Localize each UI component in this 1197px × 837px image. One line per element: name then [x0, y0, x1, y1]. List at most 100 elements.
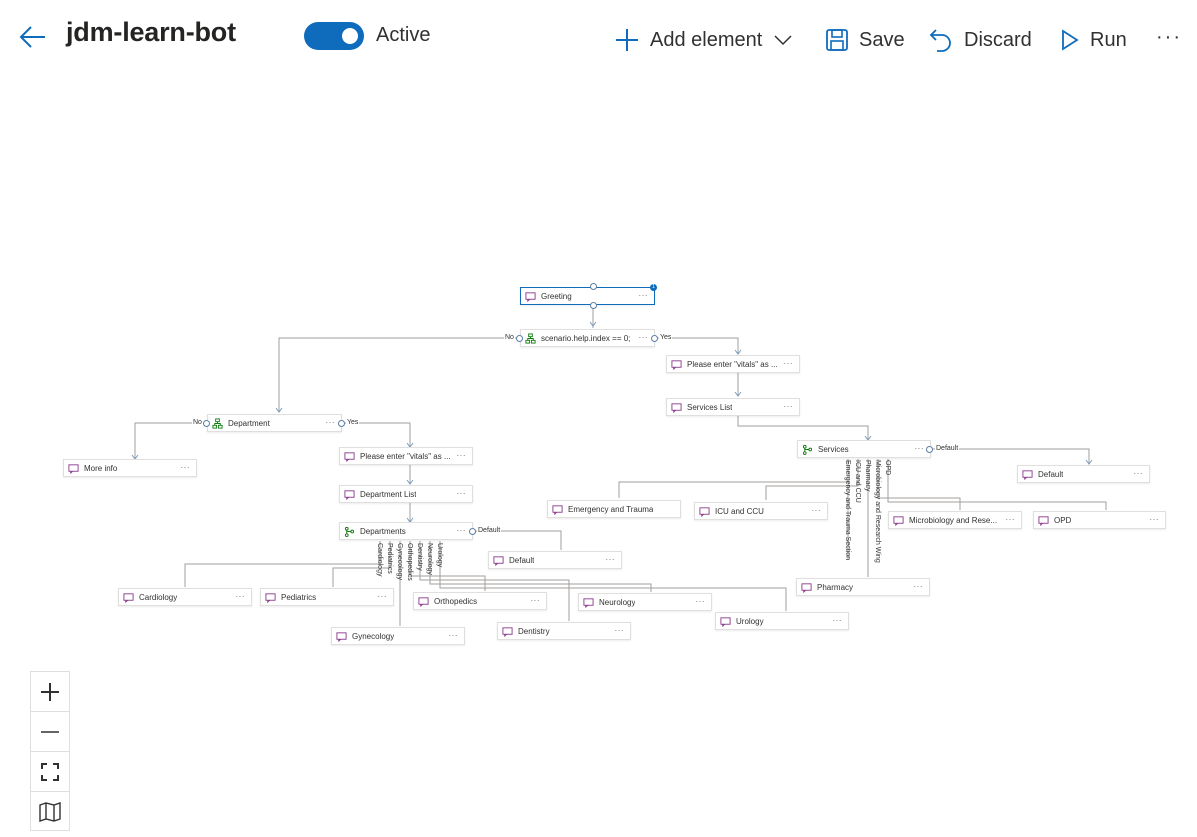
node-port[interactable]: [590, 283, 597, 290]
node-label: Default: [1038, 470, 1064, 479]
node-more-icon[interactable]: ···: [236, 592, 246, 601]
node-label: Pediatrics: [281, 593, 317, 602]
node-more-icon[interactable]: ···: [914, 582, 924, 591]
node-opd[interactable]: OPD ···: [1033, 511, 1166, 529]
run-button[interactable]: Run: [1060, 26, 1127, 54]
node-more-icon[interactable]: ···: [1150, 515, 1160, 524]
message-icon: [493, 556, 504, 566]
node-please-enter-services[interactable]: Please enter "vitals" as ... ···: [666, 355, 800, 373]
add-element-button[interactable]: Add element: [614, 26, 802, 54]
active-toggle[interactable]: [304, 22, 364, 50]
branch-label: Pharmacy: [864, 460, 871, 492]
node-more-icon[interactable]: ···: [606, 555, 616, 564]
branch-label: OPD: [884, 460, 891, 476]
toggle-knob: [342, 28, 358, 44]
more-options-button[interactable]: ···: [1156, 26, 1182, 49]
edge-label-no: No: [192, 419, 203, 426]
undo-icon: [929, 29, 951, 52]
edge-label-default: Default: [935, 445, 960, 452]
message-icon: [525, 292, 536, 302]
node-icu[interactable]: ICU and CCU ···: [694, 502, 828, 520]
fit-screen-icon: [41, 762, 59, 781]
node-more-icon[interactable]: ···: [696, 597, 706, 606]
branch-label: Dentistry: [416, 543, 423, 571]
edge-label-no: No: [504, 334, 515, 341]
node-urology[interactable]: Urology ···: [715, 612, 849, 630]
message-icon: [801, 583, 812, 593]
node-department-list[interactable]: Department List ···: [339, 485, 473, 503]
node-orthopedics[interactable]: Orthopedics ···: [413, 592, 547, 610]
node-more-icon[interactable]: ···: [784, 359, 794, 368]
node-greeting[interactable]: Greeting ···: [520, 287, 655, 305]
node-emergency[interactable]: Emergency and Trauma: [547, 500, 681, 518]
message-icon: [671, 360, 682, 370]
edge-label-yes: Yes: [659, 334, 673, 341]
node-services-list[interactable]: Services List ···: [666, 398, 800, 416]
node-label: Department: [228, 419, 270, 428]
edge-label-default: Default: [477, 527, 502, 534]
node-more-icon[interactable]: ···: [784, 402, 794, 411]
branch-icon: [344, 526, 355, 537]
node-port[interactable]: [590, 302, 597, 309]
node-more-icon[interactable]: ···: [449, 631, 459, 640]
node-more-icon[interactable]: ···: [833, 616, 843, 625]
plus-icon: [616, 29, 638, 51]
node-port[interactable]: [338, 420, 345, 427]
message-icon: [893, 516, 904, 526]
minimap-button[interactable]: [31, 792, 69, 831]
command-bar: jdm-learn-bot Active Add element Save Di…: [0, 0, 1197, 76]
node-port[interactable]: [203, 420, 210, 427]
node-port[interactable]: [516, 335, 523, 342]
node-please-enter-departments[interactable]: Please enter "vitals" as ... ···: [339, 447, 473, 465]
node-more-icon[interactable]: ···: [457, 489, 467, 498]
fit-to-screen-button[interactable]: [31, 752, 69, 792]
node-port[interactable]: [469, 528, 476, 535]
node-more-icon[interactable]: ···: [457, 526, 467, 535]
branch-label: Microbiology and Research Wing: [874, 460, 881, 563]
node-label: Departments: [360, 527, 406, 536]
node-port[interactable]: [926, 446, 933, 453]
condition-icon: [212, 418, 223, 429]
node-more-icon[interactable]: ···: [812, 506, 822, 515]
node-more-icon[interactable]: ···: [615, 626, 625, 635]
node-more-icon[interactable]: ···: [1134, 469, 1144, 478]
zoom-out-button[interactable]: [31, 712, 69, 752]
node-more-icon[interactable]: ···: [531, 596, 541, 605]
branch-label: Urology: [436, 543, 443, 568]
node-more-icon[interactable]: ···: [1006, 515, 1016, 524]
node-port[interactable]: [651, 335, 658, 342]
node-departments-default[interactable]: Default ···: [488, 551, 622, 569]
node-neurology[interactable]: Neurology ···: [578, 593, 712, 611]
node-condition-main[interactable]: scenario.help.index == 0; ···: [520, 329, 655, 347]
node-cardiology[interactable]: Cardiology ···: [118, 588, 252, 606]
node-more-icon[interactable]: ···: [457, 451, 467, 460]
node-dentistry[interactable]: Dentistry ···: [497, 622, 631, 640]
node-label: OPD: [1054, 516, 1072, 525]
node-more-info[interactable]: More info ···: [63, 459, 197, 477]
node-label: Please enter "vitals" as ...: [687, 360, 778, 369]
node-more-icon[interactable]: ···: [915, 444, 925, 453]
node-department[interactable]: Department ···: [207, 414, 342, 432]
node-gynecology[interactable]: Gynecology ···: [331, 627, 465, 645]
node-more-icon[interactable]: ···: [639, 333, 649, 342]
node-services[interactable]: Services ···: [797, 440, 931, 458]
message-icon: [1022, 470, 1033, 480]
zoom-in-button[interactable]: [31, 672, 69, 712]
node-microbiology[interactable]: Microbiology and Rese... ···: [888, 511, 1022, 529]
node-pediatrics[interactable]: Pediatrics ···: [260, 588, 394, 606]
flow-canvas[interactable]: Greeting ··· 1 scenario.help.index == 0;…: [0, 76, 1197, 837]
edge-label-yes: Yes: [346, 419, 360, 426]
discard-button[interactable]: Discard: [928, 26, 1032, 54]
node-services-default[interactable]: Default ···: [1017, 465, 1150, 483]
node-departments[interactable]: Departments ···: [339, 522, 473, 540]
node-pharmacy[interactable]: Pharmacy ···: [796, 578, 930, 596]
node-label: Urology: [736, 617, 764, 626]
node-more-icon[interactable]: ···: [378, 592, 388, 601]
node-more-icon[interactable]: ···: [181, 463, 191, 472]
condition-icon: [525, 333, 536, 344]
save-button[interactable]: Save: [825, 26, 905, 54]
save-icon: [826, 29, 848, 51]
node-more-icon[interactable]: ···: [326, 418, 336, 427]
back-arrow-icon[interactable]: [18, 22, 48, 52]
node-more-icon[interactable]: ···: [639, 291, 649, 300]
